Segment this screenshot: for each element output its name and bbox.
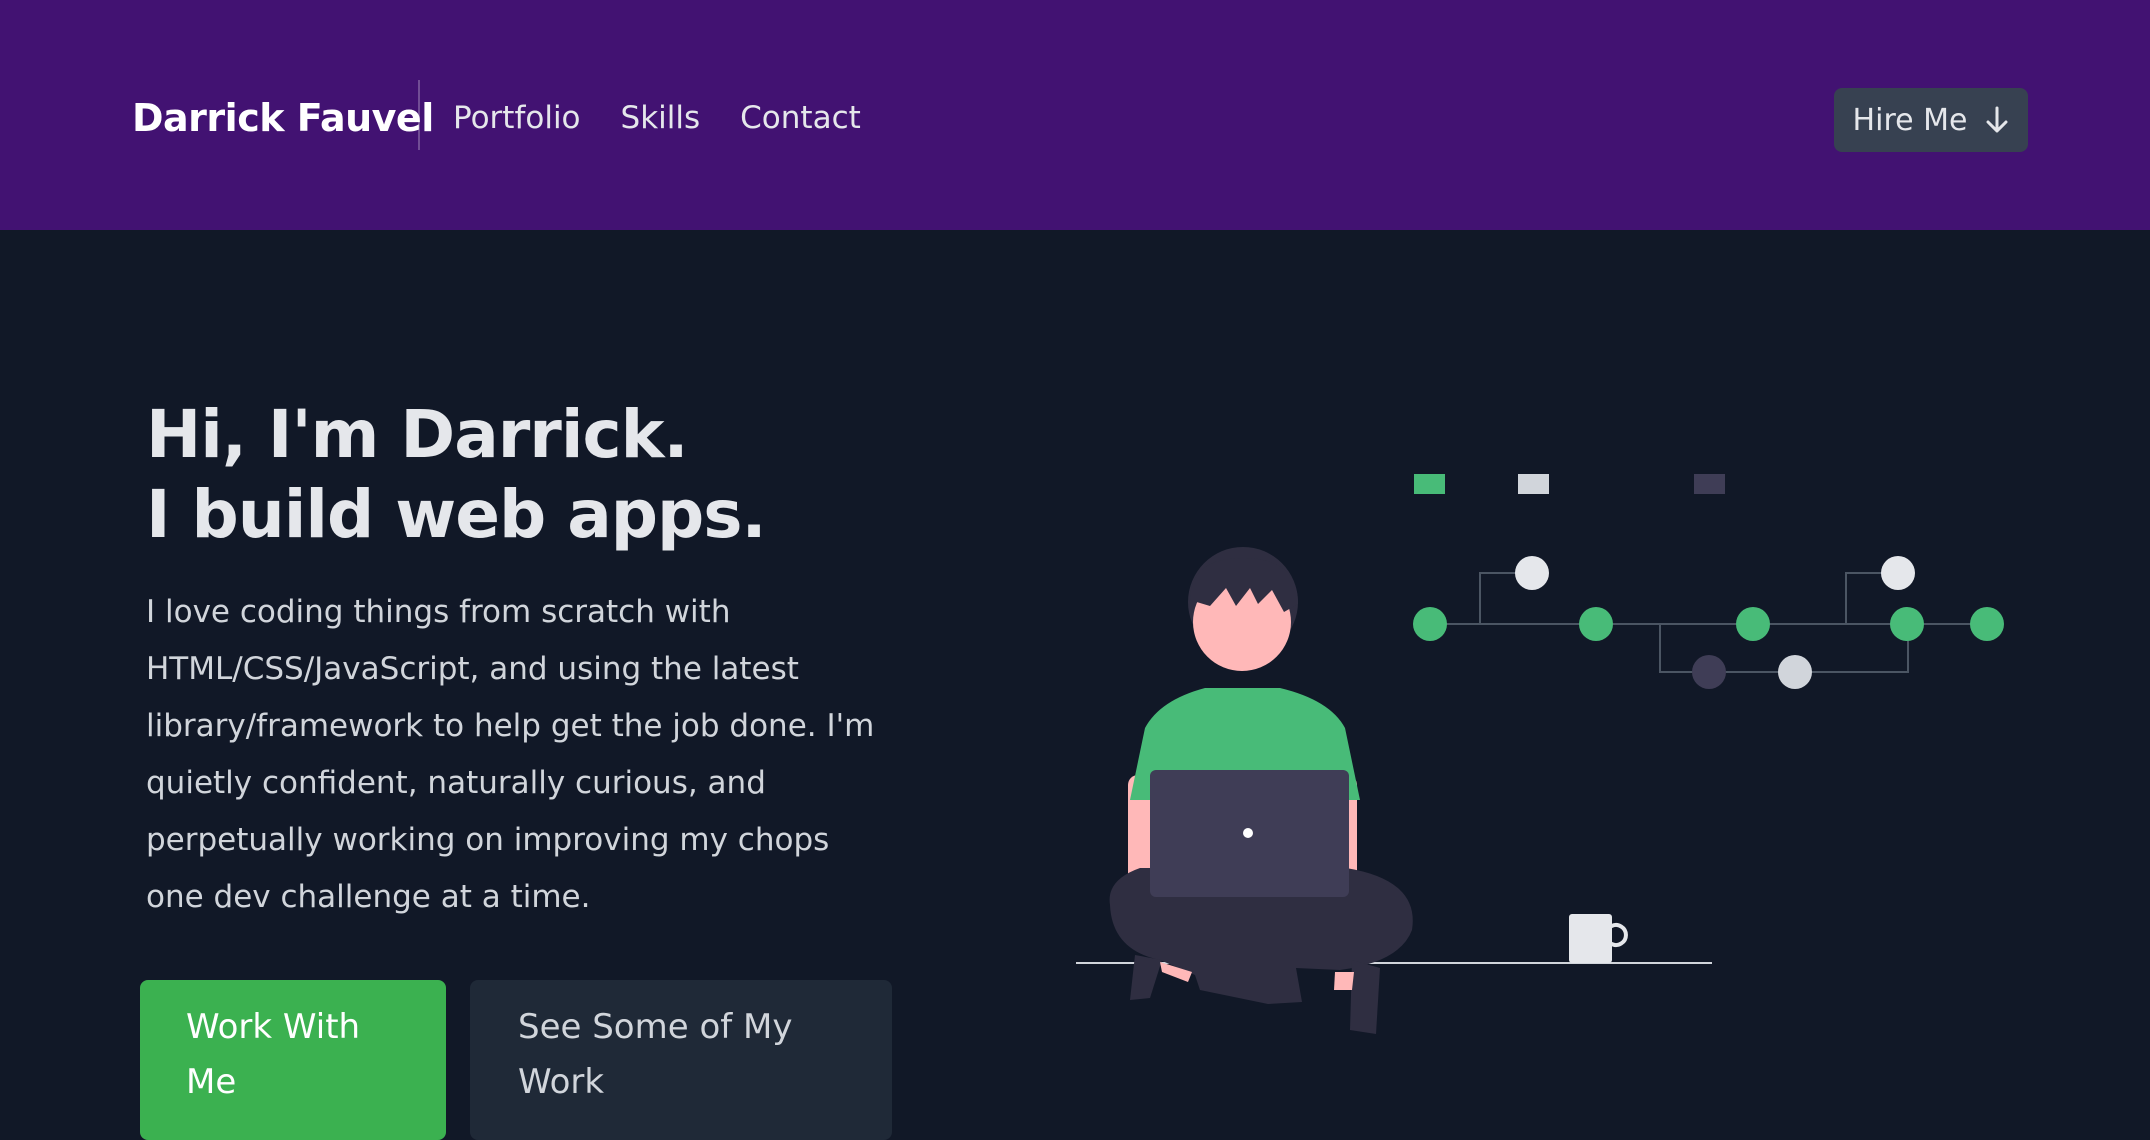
- hire-me-button[interactable]: Hire Me: [1834, 88, 2028, 152]
- see-work-button[interactable]: See Some of My Work: [470, 980, 892, 1140]
- work-with-me-button[interactable]: Work With Me: [140, 980, 446, 1140]
- hero-title-line-2: I build web apps.: [146, 476, 767, 553]
- graph-node: [1692, 655, 1726, 689]
- hero-description: I love coding things from scratch with H…: [146, 594, 875, 915]
- nav-divider: [418, 80, 420, 150]
- developer-illustration: [1076, 474, 2004, 1034]
- graph-node: [1579, 607, 1613, 641]
- graph-node: [1970, 607, 2004, 641]
- timeline-box-light: [1518, 474, 1549, 494]
- graph-node: [1515, 556, 1549, 590]
- arrow-down-icon: [1985, 105, 2009, 135]
- brand-name[interactable]: Darrick Fauvel: [132, 94, 434, 142]
- navbar: Darrick Fauvel Portfolio Skills Contact …: [0, 0, 2150, 230]
- graph-node: [1736, 607, 1770, 641]
- hero-title-line-1: Hi, I'm Darrick.: [146, 396, 689, 473]
- graph-node: [1890, 607, 1924, 641]
- hire-me-label: Hire Me: [1852, 102, 1968, 138]
- nav-link-skills[interactable]: Skills: [621, 94, 701, 142]
- timeline-box-dark: [1694, 474, 1725, 494]
- nav-link-contact[interactable]: Contact: [740, 94, 861, 142]
- timeline-box-green: [1414, 474, 1445, 494]
- graph-node: [1881, 556, 1915, 590]
- graph-node: [1778, 655, 1812, 689]
- nav-links: Portfolio Skills Contact: [453, 94, 861, 142]
- coffee-mug-icon: [1569, 914, 1628, 963]
- hero-title: Hi, I'm Darrick. I build web apps.: [146, 395, 767, 555]
- nav-link-portfolio[interactable]: Portfolio: [453, 94, 581, 142]
- person-figure: [1109, 547, 1413, 1034]
- graph-node: [1413, 607, 1447, 641]
